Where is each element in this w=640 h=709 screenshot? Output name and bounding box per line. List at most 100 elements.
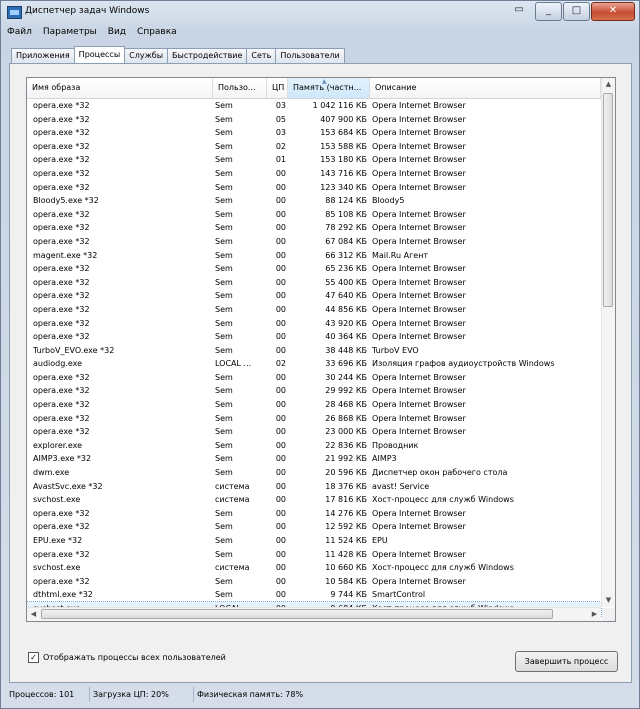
row-image-name: audiodg.exe: [33, 359, 83, 369]
process-row[interactable]: AvastSvc.exe *32 система 00 18 376 КБ avast!…: [27, 480, 601, 494]
menu-help[interactable]: Справка: [137, 27, 177, 41]
tab-processes[interactable]: Процессы: [73, 46, 126, 63]
process-row[interactable]: opera.exe *32 Sem 00 65 236 КБ Opera Interne…: [27, 262, 601, 276]
row-cpu: 00: [275, 563, 286, 573]
horizontal-scroll-thumb[interactable]: [41, 609, 553, 619]
column-description[interactable]: Описание: [370, 78, 601, 98]
process-row[interactable]: opera.exe *32 Sem 00 123 340 КБ Opera Intern…: [27, 181, 601, 195]
process-row[interactable]: opera.exe *32 Sem 00 143 716 КБ Opera Intern…: [27, 167, 601, 181]
process-row[interactable]: opera.exe *32 Sem 00 43 920 КБ Opera Interne…: [27, 317, 601, 331]
menu-options[interactable]: Параметры: [43, 27, 97, 41]
row-cpu: 02: [275, 141, 286, 151]
process-row[interactable]: opera.exe *32 Sem 00 28 468 КБ Opera Interne…: [27, 398, 601, 412]
dual-monitor-icon[interactable]: ▭: [510, 4, 528, 18]
minimize-button[interactable]: _: [535, 2, 562, 21]
process-row[interactable]: opera.exe *32 Sem 00 40 364 КБ Opera Interne…: [27, 330, 601, 344]
process-row[interactable]: opera.exe *32 Sem 00 10 584 КБ Opera Interne…: [27, 575, 601, 589]
process-row[interactable]: Bloody5.exe *32 Sem 00 88 124 КБ Bloody5: [27, 194, 601, 208]
process-row[interactable]: AIMP3.exe *32 Sem 00 21 992 КБ AIMP3: [27, 452, 601, 466]
column-memory[interactable]: ▲ Память (частн...: [288, 78, 370, 98]
row-image-name: opera.exe *32: [33, 101, 90, 110]
row-user: Sem: [215, 427, 233, 437]
process-row[interactable]: explorer.exe Sem 00 22 836 КБ Проводник: [27, 439, 601, 453]
process-row[interactable]: audiodg.exe LOCAL ... 02 33 696 КБ Изоляция …: [27, 357, 601, 371]
processes-panel: Имя образа Пользо... ЦП ▲ Память (частн.…: [9, 63, 632, 683]
process-row[interactable]: opera.exe *32 Sem 00 29 992 КБ Opera Interne…: [27, 384, 601, 398]
column-image-name[interactable]: Имя образа: [27, 78, 213, 98]
row-cpu: 01: [275, 155, 286, 165]
row-image-name: opera.exe *32: [33, 182, 90, 192]
process-row[interactable]: TurboV_EVO.exe *32 Sem 00 38 448 КБ TurboV E…: [27, 344, 601, 358]
horizontal-scrollbar[interactable]: ◀ ▶: [27, 607, 601, 621]
row-cpu: 00: [275, 413, 286, 423]
scroll-up-icon[interactable]: ▲: [602, 78, 615, 91]
menu-bar: Файл Параметры Вид Справка: [7, 27, 188, 41]
maximize-button[interactable]: □: [563, 2, 590, 21]
process-row[interactable]: svchost.exe система 00 10 660 КБ Хост-процес…: [27, 561, 601, 575]
window-title: Диспетчер задач Windows: [25, 6, 150, 16]
menu-view[interactable]: Вид: [108, 27, 126, 41]
process-row[interactable]: dwm.exe Sem 00 20 596 КБ Диспетчер окон рабо…: [27, 466, 601, 480]
process-row[interactable]: opera.exe *32 Sem 00 23 000 КБ Opera Interne…: [27, 425, 601, 439]
tab-users[interactable]: Пользователи: [275, 48, 345, 63]
row-cpu: 00: [275, 576, 286, 586]
row-description: Opera Internet Browser: [372, 291, 466, 301]
row-description: SmartControl: [372, 590, 426, 600]
process-row[interactable]: opera.exe *32 Sem 00 47 640 КБ Opera Interne…: [27, 289, 601, 303]
show-all-users-option[interactable]: ✓ Отображать процессы всех пользователей: [28, 652, 226, 663]
row-description: Opera Internet Browser: [372, 386, 466, 396]
vertical-scroll-thumb[interactable]: [603, 93, 613, 307]
row-image-name: opera.exe *32: [33, 576, 90, 586]
process-row[interactable]: dthtml.exe *32 Sem 00 9 744 КБ SmartControl: [27, 588, 601, 602]
vertical-scrollbar[interactable]: ▲ ▼: [601, 78, 615, 607]
process-row[interactable]: opera.exe *32 Sem 00 44 856 КБ Opera Interne…: [27, 303, 601, 317]
status-memory: Физическая память: 78%: [197, 690, 304, 699]
process-row[interactable]: opera.exe *32 Sem 00 55 400 КБ Opera Interne…: [27, 276, 601, 290]
process-row[interactable]: opera.exe *32 Sem 01 153 180 КБ Opera Intern…: [27, 153, 601, 167]
tab-performance[interactable]: Быстродействие: [167, 48, 248, 63]
menu-file[interactable]: Файл: [7, 27, 32, 41]
row-cpu: 00: [275, 318, 286, 328]
row-image-name: TurboV_EVO.exe *32: [33, 345, 115, 355]
process-row[interactable]: opera.exe *32 Sem 02 153 588 КБ Opera Intern…: [27, 140, 601, 154]
process-row[interactable]: magent.exe *32 Sem 00 66 312 КБ Mail.Ru Аген…: [27, 249, 601, 263]
process-row[interactable]: opera.exe *32 Sem 03 1 042 116 КБ Opera Inte…: [27, 99, 601, 113]
caption-buttons: ▭ _ □ ✕: [510, 2, 635, 21]
process-row[interactable]: opera.exe *32 Sem 00 67 084 КБ Opera Interne…: [27, 235, 601, 249]
end-process-button[interactable]: Завершить процесс: [515, 651, 618, 672]
process-row[interactable]: opera.exe *32 Sem 00 30 244 КБ Opera Interne…: [27, 371, 601, 385]
row-cpu: 00: [275, 332, 286, 342]
process-list[interactable]: Имя образа Пользо... ЦП ▲ Память (частн.…: [26, 77, 616, 622]
column-user[interactable]: Пользо...: [213, 78, 267, 98]
process-row[interactable]: opera.exe *32 Sem 03 153 684 КБ Opera Intern…: [27, 126, 601, 140]
row-description: Opera Internet Browser: [372, 264, 466, 274]
row-cpu: 00: [275, 454, 286, 464]
row-description: Проводник: [372, 440, 419, 450]
row-image-name: opera.exe *32: [33, 223, 90, 233]
title-bar[interactable]: Диспетчер задач Windows ▭ _ □ ✕: [1, 1, 639, 23]
row-user: Sem: [215, 372, 233, 382]
row-user: Sem: [215, 332, 233, 342]
process-row[interactable]: opera.exe *32 Sem 00 11 428 КБ Opera Interne…: [27, 548, 601, 562]
process-row[interactable]: opera.exe *32 Sem 00 85 108 КБ Opera Interne…: [27, 208, 601, 222]
close-button[interactable]: ✕: [591, 2, 635, 21]
process-row[interactable]: opera.exe *32 Sem 00 26 868 КБ Opera Interne…: [27, 412, 601, 426]
column-cpu[interactable]: ЦП: [267, 78, 288, 98]
process-row[interactable]: opera.exe *32 Sem 00 12 592 КБ Opera Interne…: [27, 520, 601, 534]
process-row[interactable]: EPU.exe *32 Sem 00 11 524 КБ EPU: [27, 534, 601, 548]
show-all-users-checkbox[interactable]: ✓: [28, 652, 39, 663]
row-user: Sem: [215, 128, 233, 138]
tab-services[interactable]: Службы: [124, 48, 169, 63]
process-row[interactable]: opera.exe *32 Sem 00 78 292 КБ Opera Interne…: [27, 221, 601, 235]
scroll-down-icon[interactable]: ▼: [602, 594, 615, 607]
scroll-left-icon[interactable]: ◀: [27, 608, 40, 621]
row-description: Opera Internet Browser: [372, 576, 466, 586]
process-row[interactable]: opera.exe *32 Sem 05 407 900 КБ Opera Intern…: [27, 113, 601, 127]
process-row[interactable]: opera.exe *32 Sem 00 14 276 КБ Opera Interne…: [27, 507, 601, 521]
row-cpu: 00: [275, 277, 286, 287]
row-memory: 407 900 КБ: [320, 114, 367, 124]
scroll-right-icon[interactable]: ▶: [588, 608, 601, 621]
tab-applications[interactable]: Приложения: [11, 48, 75, 63]
tab-network[interactable]: Сеть: [246, 48, 277, 63]
process-row[interactable]: svchost.exe система 00 17 816 КБ Хост-процес…: [27, 493, 601, 507]
